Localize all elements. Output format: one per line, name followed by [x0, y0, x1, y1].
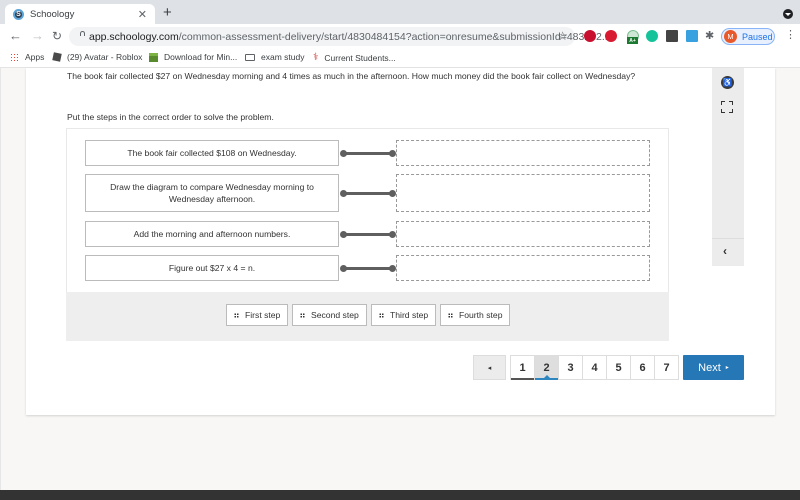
drag-handle-icon	[448, 312, 453, 318]
choice-label: Second step	[311, 310, 359, 320]
url-text[interactable]: app.schoology.com/common-assessment-deli…	[89, 31, 611, 43]
extension-red-circle-icon[interactable]	[605, 30, 617, 42]
drag-handle-icon	[379, 312, 384, 318]
previous-page-button[interactable]: ◂	[473, 355, 506, 380]
page-button[interactable]: 4	[582, 355, 607, 380]
bookmarks-bar: Apps (29) Avatar - Roblox Download for M…	[0, 48, 800, 68]
minecraft-icon	[149, 52, 158, 62]
page-button[interactable]: 1	[510, 355, 535, 380]
profile-status: Paused	[742, 31, 773, 42]
bookmark-label: exam study	[261, 52, 305, 62]
choice-first-step[interactable]: First step	[226, 304, 289, 326]
collapse-rail-icon[interactable]: ‹	[723, 244, 727, 258]
page-list: 1 2 3 4 5 6 7	[510, 355, 679, 380]
bookmark-roblox[interactable]: (29) Avatar - Roblox	[52, 52, 143, 62]
connector-line	[340, 189, 396, 197]
bookmark-label: Apps	[25, 52, 45, 62]
bottom-bar	[0, 490, 800, 500]
address-bar[interactable]: app.schoology.com/common-assessment-deli…	[69, 27, 611, 46]
browser-menu-icon[interactable]: ⋮	[785, 30, 796, 41]
next-button[interactable]: Next ▸	[683, 355, 744, 380]
tab-search-icon[interactable]	[783, 9, 793, 19]
question-prompt: The book fair collected $27 on Wednesday…	[67, 71, 636, 81]
extension-dark-icon[interactable]	[666, 30, 678, 42]
extension-badge: A+	[627, 37, 638, 44]
apps-grid-icon	[10, 52, 19, 62]
browser-tab[interactable]: S Schoology ✕	[5, 4, 155, 24]
choice-label: First step	[245, 310, 281, 320]
question-instruction: Put the steps in the correct order to so…	[67, 112, 274, 122]
connector-line	[340, 264, 396, 272]
forward-button[interactable]: →	[31, 28, 44, 44]
extension-blue-icon[interactable]	[686, 30, 698, 42]
page-edge	[0, 68, 1, 490]
choice-third-step[interactable]: Third step	[371, 304, 437, 326]
avatar: M	[724, 30, 737, 43]
drop-zone-3[interactable]	[396, 221, 650, 247]
next-arrow-icon: ▸	[725, 365, 729, 371]
step-item: Figure out $27 x 4 = n.	[85, 255, 339, 281]
back-button[interactable]: ←	[9, 28, 22, 44]
bookmark-star-icon[interactable]: ☆	[557, 29, 568, 43]
choices-tray	[66, 292, 669, 341]
bookmark-exam-study[interactable]: exam study	[245, 52, 304, 62]
choice-label: Fourth step	[459, 310, 503, 320]
grammarly-icon[interactable]	[646, 30, 658, 42]
page-button[interactable]: 6	[630, 355, 655, 380]
bookmark-current-students[interactable]: ⚕ Current Students...	[313, 52, 396, 63]
connector-line	[340, 230, 396, 238]
close-tab-icon[interactable]: ✕	[138, 8, 147, 21]
folder-icon	[245, 53, 255, 61]
step-item: The book fair collected $108 on Wednesda…	[85, 140, 339, 166]
extension-red-icon[interactable]	[584, 30, 596, 42]
tools-rail	[712, 68, 744, 266]
new-tab-button[interactable]: +	[163, 5, 172, 20]
students-icon: ⚕	[313, 52, 319, 63]
browser-toolbar: ← → ↻ app.schoology.com/common-assessmen…	[0, 24, 800, 48]
choice-second-step[interactable]: Second step	[292, 304, 367, 326]
drop-zone-4[interactable]	[396, 255, 650, 281]
step-item: Add the morning and afternoon numbers.	[85, 221, 339, 247]
drag-handle-icon	[300, 312, 305, 318]
rail-divider	[712, 238, 744, 239]
accessibility-icon[interactable]: ♿	[721, 76, 734, 89]
url-host: app.schoology.com	[89, 30, 179, 43]
connector-line	[340, 149, 396, 157]
tab-title: Schoology	[30, 8, 75, 20]
bookmark-apps[interactable]: Apps	[10, 52, 44, 62]
bookmark-label: Download for Min...	[164, 52, 238, 62]
page-button[interactable]: 7	[654, 355, 679, 380]
page-button[interactable]: 3	[558, 355, 583, 380]
profile-button[interactable]: M Paused	[721, 28, 775, 45]
schoology-icon: S	[13, 8, 24, 20]
choice-fourth-step[interactable]: Fourth step	[440, 304, 511, 326]
extensions-puzzle-icon[interactable]: ✱	[705, 29, 717, 42]
fullscreen-icon[interactable]	[721, 101, 733, 113]
page-button[interactable]: 5	[606, 355, 631, 380]
drop-zone-1[interactable]	[396, 140, 650, 166]
bookmark-minecraft[interactable]: Download for Min...	[149, 52, 237, 62]
reload-button[interactable]: ↻	[52, 28, 62, 44]
step-item: Draw the diagram to compare Wednesday mo…	[85, 174, 339, 212]
choice-label: Third step	[390, 310, 429, 320]
roblox-icon	[52, 52, 62, 62]
browser-tab-strip: S Schoology ✕ +	[0, 0, 800, 24]
drag-handle-icon	[234, 312, 239, 318]
next-label: Next	[698, 361, 721, 374]
bookmark-label: Current Students...	[324, 52, 396, 63]
bookmark-label: (29) Avatar - Roblox	[67, 52, 143, 62]
drop-zone-2[interactable]	[396, 174, 650, 212]
page-button[interactable]: 2	[534, 355, 559, 380]
url-path: /common-assessment-delivery/start/483048…	[178, 30, 611, 43]
